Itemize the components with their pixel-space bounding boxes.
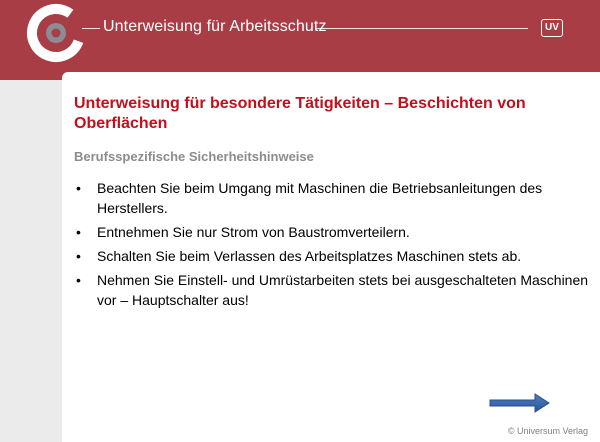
slide-subtitle: Berufsspezifische Sicherheitshinweise — [74, 149, 314, 164]
header-divider-right — [316, 28, 528, 29]
bullet-icon: • — [76, 272, 81, 288]
header-bar: Unterweisung für Arbeitsschutz UV — [0, 0, 600, 80]
slide-card: Unterweisung für besondere Tätigkeiten –… — [62, 72, 600, 442]
bullet-item: • Beachten Sie beim Umgang mit Maschinen … — [74, 178, 589, 218]
header-divider-left — [82, 28, 100, 29]
slide-title: Unterweisung für besondere Tätigkeiten –… — [74, 95, 526, 132]
logo-icon — [27, 4, 85, 62]
bullet-icon: • — [76, 248, 81, 264]
header-title: Unterweisung für Arbeitsschutz — [103, 18, 327, 35]
uv-badge: UV — [541, 19, 563, 37]
bullet-icon: • — [76, 180, 81, 196]
bullet-item: • Schalten Sie beim Verlassen des Arbeits… — [74, 246, 589, 266]
bullet-text: Entnehmen Sie nur Strom von Baustromvert… — [97, 224, 410, 240]
arrow-right-icon[interactable] — [489, 392, 551, 414]
bullet-text: Beachten Sie beim Umgang mit Maschinen d… — [97, 180, 543, 216]
bullet-item: • Entnehmen Sie nur Strom von Baustromver… — [74, 222, 589, 242]
bullet-item: • Nehmen Sie Einstell- und Umrüstarbeiten… — [74, 270, 589, 310]
bullet-icon: • — [76, 224, 81, 240]
bullet-text: Schalten Sie beim Verlassen des Arbeitsp… — [97, 248, 522, 264]
bullet-text: Nehmen Sie Einstell- und Umrüstarbeiten … — [97, 272, 589, 308]
bullet-list: • Beachten Sie beim Umgang mit Maschinen … — [74, 178, 589, 314]
copyright-text: © Universum Verlag — [507, 426, 588, 436]
